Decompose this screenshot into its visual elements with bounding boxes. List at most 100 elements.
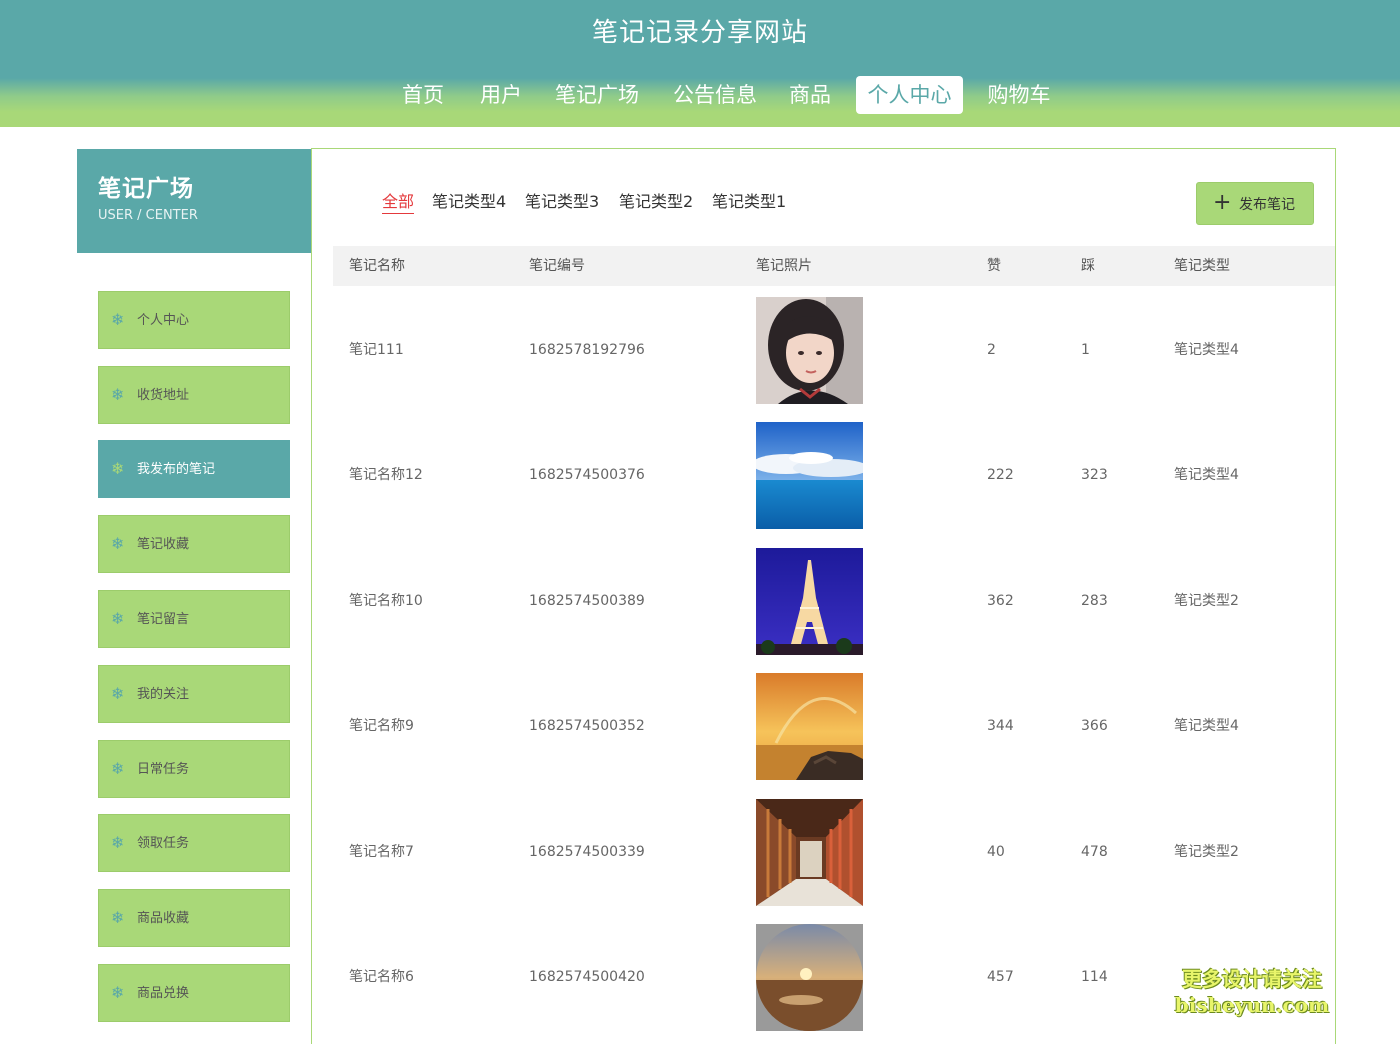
sidebar-item-label: 收货地址 — [137, 388, 190, 403]
table-row[interactable]: 笔记111 1682578192796 2 1 笔记类型4 — [333, 287, 1335, 412]
note-code: 1682574500352 — [529, 718, 645, 734]
publish-note-button[interactable]: + 发布笔记 — [1196, 182, 1314, 225]
likes-count: 2 — [987, 342, 996, 358]
table-row[interactable]: 笔记名称10 1682574500389 362 283 笔记类型2 — [333, 538, 1335, 663]
snowflake-icon: ❄ — [111, 534, 125, 553]
dislikes-count: 323 — [1081, 467, 1108, 483]
likes-count: 344 — [987, 718, 1014, 734]
sidebar-item-daily-tasks[interactable]: ❄ 日常任务 — [98, 740, 290, 798]
sidebar-item-label: 商品收藏 — [137, 911, 190, 926]
likes-count: 40 — [987, 844, 1005, 860]
sidebar-item-label: 笔记收藏 — [137, 537, 190, 552]
note-name: 笔记名称10 — [349, 593, 423, 609]
note-name: 笔记111 — [349, 342, 404, 358]
table-row[interactable]: 笔记名称12 1682574500376 222 323 笔记类型4 — [333, 412, 1335, 537]
snowflake-icon: ❄ — [111, 459, 125, 478]
filter-type-3[interactable]: 笔记类型3 — [525, 191, 599, 213]
snowflake-icon: ❄ — [111, 833, 125, 852]
note-type: 笔记类型4 — [1174, 342, 1239, 358]
top-nav: 首页 用户 笔记广场 公告信息 商品 个人中心 购物车 — [0, 76, 1400, 114]
likes-count: 457 — [987, 969, 1014, 985]
header-likes: 赞 — [987, 258, 1001, 274]
note-name: 笔记名称9 — [349, 718, 414, 734]
sunset-coast-photo[interactable] — [756, 673, 863, 780]
sidebar-item-my-follows[interactable]: ❄ 我的关注 — [98, 665, 290, 723]
note-type: 笔记类型2 — [1174, 844, 1239, 860]
nav-products[interactable]: 商品 — [784, 76, 836, 114]
eiffel-tower-photo[interactable] — [756, 548, 863, 655]
note-name: 笔记名称7 — [349, 844, 414, 860]
snowflake-icon: ❄ — [111, 310, 125, 329]
note-type: 笔记类型2 — [1174, 593, 1239, 609]
sidebar-item-label: 领取任务 — [137, 836, 190, 851]
snowflake-icon: ❄ — [111, 684, 125, 703]
header-note-type: 笔记类型 — [1174, 258, 1230, 274]
likes-count: 222 — [987, 467, 1014, 483]
publish-note-label: 发布笔记 — [1239, 197, 1295, 213]
filter-type-2[interactable]: 笔记类型2 — [619, 191, 693, 213]
filter-type-4[interactable]: 笔记类型4 — [432, 191, 506, 213]
dislikes-count: 114 — [1081, 969, 1108, 985]
sidebar-item-label: 商品兑换 — [137, 986, 190, 1001]
sidebar-item-note-favorites[interactable]: ❄ 笔记收藏 — [98, 515, 290, 573]
nav-cart[interactable]: 购物车 — [982, 76, 1056, 114]
sidebar-item-personal-center[interactable]: ❄ 个人中心 — [98, 291, 290, 349]
sidebar-item-product-exchange[interactable]: ❄ 商品兑换 — [98, 964, 290, 1022]
nav-announcements[interactable]: 公告信息 — [668, 76, 762, 114]
nav-users[interactable]: 用户 — [475, 76, 527, 114]
site-header: 笔记记录分享网站 首页 用户 笔记广场 公告信息 商品 个人中心 购物车 — [0, 0, 1400, 127]
main-panel: 全部 笔记类型4 笔记类型3 笔记类型2 笔记类型1 + 发布笔记 笔记名称 笔… — [311, 148, 1336, 1044]
dislikes-count: 283 — [1081, 593, 1108, 609]
header-dislikes: 踩 — [1081, 258, 1095, 274]
sidebar-item-label: 日常任务 — [137, 762, 190, 777]
note-code: 1682578192796 — [529, 342, 645, 358]
table-row[interactable]: 笔记名称7 1682574500339 40 478 笔记类型2 — [333, 789, 1335, 914]
note-name: 笔记名称6 — [349, 969, 414, 985]
note-code: 1682574500339 — [529, 844, 645, 860]
sidebar-item-label: 笔记留言 — [137, 612, 190, 627]
sidebar-item-product-favorites[interactable]: ❄ 商品收藏 — [98, 889, 290, 947]
portrait-photo[interactable] — [756, 297, 863, 404]
note-type: 笔记类型4 — [1174, 718, 1239, 734]
likes-count: 362 — [987, 593, 1014, 609]
sidebar-item-my-notes[interactable]: ❄ 我发布的笔记 — [98, 440, 290, 498]
sidebar-title: 笔记广场 — [98, 176, 194, 202]
note-code: 1682574500420 — [529, 969, 645, 985]
sidebar-header: 笔记广场 USER / CENTER — [77, 149, 312, 253]
dislikes-count: 1 — [1081, 342, 1090, 358]
dislikes-count: 478 — [1081, 844, 1108, 860]
desert-sunset-photo[interactable] — [756, 924, 863, 1031]
sidebar-item-addresses[interactable]: ❄ 收货地址 — [98, 366, 290, 424]
header-note-name: 笔记名称 — [349, 258, 405, 274]
table-row[interactable]: 笔记名称9 1682574500352 344 366 笔记类型4 — [333, 663, 1335, 788]
nav-note-square[interactable]: 笔记广场 — [550, 76, 644, 114]
sidebar-item-label: 个人中心 — [137, 313, 190, 328]
site-title: 笔记记录分享网站 — [591, 18, 808, 48]
sidebar-subtitle: USER / CENTER — [98, 208, 198, 223]
note-code: 1682574500376 — [529, 467, 645, 483]
snowflake-icon: ❄ — [111, 385, 125, 404]
snowflake-icon: ❄ — [111, 983, 125, 1002]
nav-home[interactable]: 首页 — [397, 76, 449, 114]
dislikes-count: 366 — [1081, 718, 1108, 734]
filter-all[interactable]: 全部 — [382, 191, 415, 214]
sea-sky-photo[interactable] — [756, 422, 863, 529]
nav-personal-center[interactable]: 个人中心 — [856, 76, 963, 114]
sidebar-item-note-messages[interactable]: ❄ 笔记留言 — [98, 590, 290, 648]
sidebar-item-label: 我发布的笔记 — [137, 462, 216, 477]
header-note-code: 笔记编号 — [529, 258, 585, 274]
filter-type-1[interactable]: 笔记类型1 — [712, 191, 786, 213]
plus-icon: + — [1213, 190, 1232, 215]
snowflake-icon: ❄ — [111, 609, 125, 628]
note-code: 1682574500389 — [529, 593, 645, 609]
snowflake-icon: ❄ — [111, 759, 125, 778]
header-note-photo: 笔记照片 — [756, 258, 812, 274]
sidebar-item-claim-tasks[interactable]: ❄ 领取任务 — [98, 814, 290, 872]
sidebar-item-label: 我的关注 — [137, 687, 190, 702]
corridor-photo[interactable] — [756, 799, 863, 906]
table-row[interactable]: 笔记名称6 1682574500420 457 114 — [333, 914, 1335, 1039]
note-type: 笔记类型4 — [1174, 467, 1239, 483]
snowflake-icon: ❄ — [111, 908, 125, 927]
table-header: 笔记名称 笔记编号 笔记照片 赞 踩 笔记类型 — [333, 246, 1335, 286]
note-name: 笔记名称12 — [349, 467, 423, 483]
